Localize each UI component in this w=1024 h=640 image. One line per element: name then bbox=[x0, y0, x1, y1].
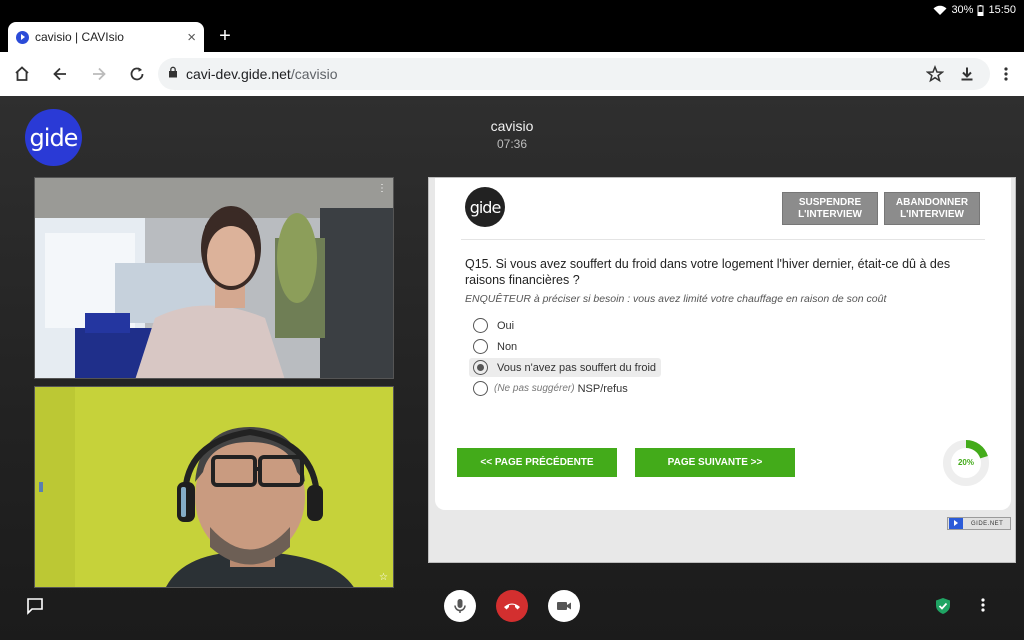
option-label: Non bbox=[497, 340, 518, 353]
chat-icon[interactable] bbox=[26, 597, 44, 620]
reload-icon[interactable] bbox=[125, 62, 149, 86]
url-host: cavi-dev.gide.net bbox=[186, 66, 291, 82]
video-camera-icon bbox=[557, 602, 571, 610]
lock-icon bbox=[168, 65, 178, 83]
browser-menu-icon[interactable] bbox=[994, 62, 1018, 86]
option-nsp-refus[interactable]: (Ne pas suggérer) NSP/refus bbox=[469, 379, 633, 398]
option-pas-souffert[interactable]: Vous n'avez pas souffert du froid bbox=[469, 358, 662, 377]
security-shield-icon[interactable] bbox=[935, 597, 951, 620]
url-path: /cavisio bbox=[290, 66, 338, 82]
status-bar: 30% 15:50 bbox=[0, 0, 1024, 20]
microphone-icon bbox=[454, 599, 466, 613]
question-text: Q15. Si vous avez souffert du froid dans… bbox=[465, 257, 951, 287]
room-name: cavisio bbox=[490, 118, 534, 134]
option-non[interactable]: Non bbox=[469, 337, 522, 356]
more-options-icon[interactable] bbox=[980, 597, 986, 618]
survey-panel: gide SUSPENDRE L'INTERVIEW ABANDONNER L'… bbox=[428, 177, 1016, 563]
divider bbox=[461, 239, 985, 240]
new-tab-button[interactable]: + bbox=[214, 25, 236, 47]
radio-button-selected-icon[interactable] bbox=[473, 360, 488, 375]
survey-logo-text: gide bbox=[469, 197, 502, 217]
video-tile-menu-icon[interactable]: ⋮ bbox=[377, 184, 387, 194]
radio-button-icon[interactable] bbox=[473, 339, 488, 354]
survey-logo: gide bbox=[465, 187, 505, 227]
option-label: NSP/refus bbox=[577, 382, 628, 395]
close-tab-icon[interactable]: × bbox=[187, 30, 196, 45]
download-icon[interactable] bbox=[955, 62, 979, 86]
battery-percent: 30% bbox=[951, 4, 974, 16]
tab-strip: cavisio | CAVIsio × + bbox=[0, 20, 1024, 52]
suspend-interview-button[interactable]: SUSPENDRE L'INTERVIEW bbox=[782, 192, 878, 225]
browser-toolbar: cavi-dev.gide.net/cavisio bbox=[0, 52, 1024, 96]
previous-page-button[interactable]: << PAGE PRÉCÉDENTE bbox=[457, 448, 617, 477]
interviewer-hint: ENQUÊTEUR à préciser si besoin : vous av… bbox=[465, 293, 887, 305]
radio-button-icon[interactable] bbox=[473, 318, 488, 333]
microphone-button[interactable] bbox=[444, 590, 476, 622]
gide-net-badge[interactable]: GIDE.NET bbox=[947, 517, 1011, 530]
home-icon[interactable] bbox=[10, 62, 34, 86]
hang-up-button[interactable] bbox=[496, 590, 528, 622]
survey-card: gide SUSPENDRE L'INTERVIEW ABANDONNER L'… bbox=[435, 178, 1011, 510]
local-video-tile[interactable]: ☆ bbox=[34, 386, 394, 588]
option-label: Oui bbox=[497, 319, 515, 332]
progress-percent: 20% bbox=[957, 458, 974, 467]
gide-net-badge-text: GIDE.NET bbox=[971, 520, 1004, 527]
gide-arrow-icon bbox=[949, 518, 963, 529]
back-arrow-icon[interactable] bbox=[48, 62, 72, 86]
site-favicon-icon bbox=[16, 30, 29, 44]
pin-star-icon[interactable]: ☆ bbox=[379, 572, 388, 583]
camera-button[interactable] bbox=[548, 590, 580, 622]
remote-participant-video bbox=[35, 178, 393, 378]
radio-button-icon[interactable] bbox=[473, 381, 488, 396]
option-prefix: (Ne pas suggérer) bbox=[494, 383, 575, 394]
local-participant-video bbox=[35, 387, 393, 587]
url-text: cavi-dev.gide.net/cavisio bbox=[186, 66, 338, 82]
tab-title: cavisio | CAVIsio bbox=[35, 30, 124, 44]
browser-tab[interactable]: cavisio | CAVIsio × bbox=[8, 22, 204, 52]
abandon-interview-button[interactable]: ABANDONNER L'INTERVIEW bbox=[884, 192, 980, 225]
bookmark-star-icon[interactable] bbox=[923, 62, 947, 86]
forward-arrow-icon[interactable] bbox=[87, 62, 111, 86]
clock: 15:50 bbox=[988, 4, 1016, 16]
option-label: Vous n'avez pas souffert du froid bbox=[497, 361, 657, 374]
video-call-app: gide cavisio 07:36 ⋮ ☆ gide SUSPENDRE L'… bbox=[0, 96, 1024, 640]
call-timer: 07:36 bbox=[496, 137, 528, 151]
hang-up-phone-icon bbox=[504, 603, 520, 610]
next-page-button[interactable]: PAGE SUIVANTE >> bbox=[635, 448, 795, 477]
remote-video-tile[interactable]: ⋮ bbox=[34, 177, 394, 379]
wifi-icon bbox=[933, 5, 947, 16]
option-oui[interactable]: Oui bbox=[469, 316, 519, 335]
battery-icon bbox=[977, 4, 984, 16]
address-bar[interactable]: cavi-dev.gide.net/cavisio bbox=[158, 58, 990, 90]
